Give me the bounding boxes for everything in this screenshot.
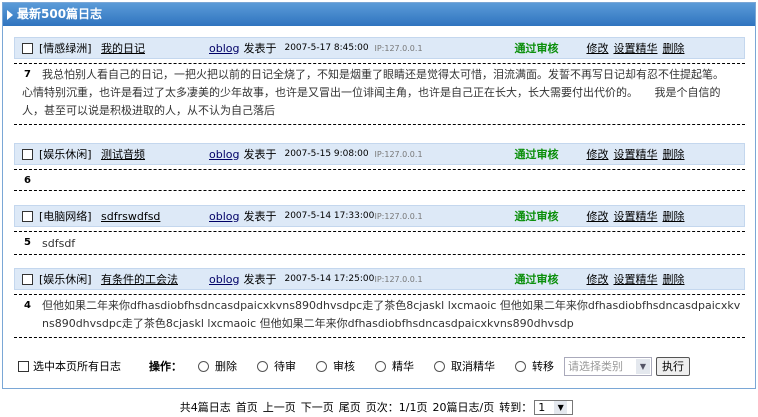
select-all-checkbox[interactable] — [18, 360, 29, 372]
set-digest-link[interactable]: 设置精华 — [613, 40, 657, 56]
entry-status: 通过审核 — [514, 148, 559, 161]
radio-delete-label: 删除 — [215, 360, 237, 373]
delete-link[interactable]: 删除 — [662, 146, 684, 162]
entry-title-link[interactable]: 测试音频 — [101, 146, 203, 162]
total-count: 共4篇日志 — [179, 401, 231, 414]
chevron-down-icon: ▼ — [554, 400, 568, 414]
radio-move-label: 转移 — [532, 360, 554, 373]
entry-status: 通过审核 — [514, 273, 559, 286]
entry-ip: IP:127.0.0.1 — [374, 149, 423, 159]
entry-posted-label: 发表于 — [243, 273, 277, 286]
entry-date: 2007-5-14 17:33:00 — [284, 211, 375, 221]
entry-title-link[interactable]: 有条件的工会法 — [101, 271, 203, 287]
entry-title-link[interactable]: sdfrswdfsd — [101, 210, 203, 223]
entry-author-link[interactable]: oblog — [209, 210, 239, 223]
entry-date: 2007-5-14 17:25:00 — [284, 274, 375, 284]
set-digest-link[interactable]: 设置精华 — [613, 271, 657, 287]
entry-category: [娱乐休闲] — [39, 273, 92, 286]
select-all-label: 选中本页所有日志 — [33, 360, 121, 373]
radio-delete[interactable] — [198, 360, 209, 372]
entry-ip: IP:127.0.0.1 — [374, 211, 423, 221]
first-page-link[interactable]: 首页 — [236, 399, 258, 415]
edit-link[interactable]: 修改 — [586, 146, 608, 162]
entry-checkbox[interactable] — [22, 148, 33, 160]
log-entry-body: 7 我总怕别人看自己的日记，一把火把以前的日记全烧了，不知是烟重了眼睛还是觉得太… — [14, 63, 745, 125]
entry-number: 6 — [24, 175, 31, 186]
radio-approve-label: 审核 — [333, 360, 355, 373]
entry-posted-label: 发表于 — [243, 210, 277, 223]
goto-page-select[interactable]: 1 ▼ — [534, 399, 574, 415]
entry-number: 5 — [24, 237, 31, 248]
entry-checkbox[interactable] — [22, 273, 33, 285]
entry-checkbox[interactable] — [22, 42, 33, 54]
log-entry-header: [电脑网络] sdfrswdfsd oblog 发表于 2007-5-14 17… — [14, 205, 745, 227]
panel-header: 最新500篇日志 — [3, 3, 755, 26]
delete-link[interactable]: 删除 — [662, 271, 684, 287]
goto-page-value: 1 — [538, 400, 546, 414]
radio-digest[interactable] — [375, 360, 386, 372]
entry-content: sdfsdf — [42, 237, 76, 250]
log-entry-header: [娱乐休闲] 有条件的工会法 oblog 发表于 2007-5-14 17:25… — [14, 268, 745, 290]
entry-status: 通过审核 — [514, 42, 559, 55]
chevron-down-icon: ▼ — [636, 358, 650, 374]
radio-pending[interactable] — [257, 360, 268, 372]
delete-link[interactable]: 删除 — [662, 208, 684, 224]
radio-approve[interactable] — [316, 360, 327, 372]
operation-label: 操作： — [149, 360, 182, 373]
entry-number: 4 — [24, 300, 31, 311]
log-entry-body: 5 sdfsdf — [14, 231, 745, 255]
category-select[interactable]: 请选择类别 ▼ — [564, 356, 652, 376]
radio-cancel-digest-label: 取消精华 — [451, 360, 495, 373]
next-page-link[interactable]: 下一页 — [301, 399, 334, 415]
last-page-link[interactable]: 尾页 — [339, 399, 361, 415]
edit-link[interactable]: 修改 — [586, 208, 608, 224]
radio-digest-label: 精华 — [392, 360, 414, 373]
goto-label: 转到： — [499, 401, 533, 414]
entry-posted-label: 发表于 — [243, 42, 277, 55]
log-entry-header: [娱乐休闲] 测试音频 oblog 发表于 2007-5-15 9:08:00 … — [14, 143, 745, 165]
entry-author-link[interactable]: oblog — [209, 148, 239, 161]
execute-button[interactable]: 执行 — [656, 356, 690, 376]
entry-checkbox[interactable] — [22, 210, 33, 222]
entry-posted-label: 发表于 — [243, 148, 277, 161]
entry-author-link[interactable]: oblog — [209, 42, 239, 55]
delete-link[interactable]: 删除 — [662, 40, 684, 56]
entry-category: [电脑网络] — [39, 210, 92, 223]
radio-pending-label: 待审 — [274, 360, 296, 373]
log-entry-body: 6 — [14, 169, 745, 191]
entry-number: 7 — [24, 69, 31, 80]
entry-category: [娱乐休闲] — [39, 148, 92, 161]
entry-status: 通过审核 — [514, 210, 559, 223]
entry-author-link[interactable]: oblog — [209, 273, 239, 286]
radio-move[interactable] — [515, 360, 526, 372]
entry-title-link[interactable]: 我的日记 — [101, 40, 203, 56]
log-entry-header: [情感绿洲] 我的日记 oblog 发表于 2007-5-17 8:45:00 … — [14, 37, 745, 59]
entry-category: [情感绿洲] — [39, 42, 92, 55]
page-indicator: 页次：1/1页 — [365, 401, 428, 414]
entry-date: 2007-5-17 8:45:00 — [284, 43, 369, 53]
edit-link[interactable]: 修改 — [586, 271, 608, 287]
batch-operations-bar: 选中本页所有日志 操作： 删除 待审 审核 精华 取消精华 转移 请选择类别 ▼… — [16, 356, 746, 376]
entry-date: 2007-5-15 9:08:00 — [284, 149, 369, 159]
entry-ip: IP:127.0.0.1 — [374, 43, 423, 53]
prev-page-link[interactable]: 上一页 — [263, 399, 296, 415]
category-select-value: 请选择类别 — [568, 359, 623, 373]
triangle-right-icon — [7, 9, 13, 20]
entry-content: 我总怕别人看自己的日记，一把火把以前的日记全烧了，不知是烟重了眼睛还是觉得太可惜… — [22, 68, 741, 117]
panel-title: 最新500篇日志 — [17, 7, 103, 21]
entry-ip: IP:127.0.0.1 — [374, 274, 423, 284]
set-digest-link[interactable]: 设置精华 — [613, 208, 657, 224]
per-page: 20篇日志/页 — [432, 401, 495, 414]
set-digest-link[interactable]: 设置精华 — [613, 146, 657, 162]
radio-cancel-digest[interactable] — [434, 360, 445, 372]
pagination: 共4篇日志 首页 上一页 下一页 尾页 页次：1/1页 20篇日志/页 转到： … — [0, 399, 758, 415]
edit-link[interactable]: 修改 — [586, 40, 608, 56]
log-entry-body: 4 但他如果二年来你dfhasdiobfhsdncasdpaicxkvns890… — [14, 294, 745, 338]
entry-content: 但他如果二年来你dfhasdiobfhsdncasdpaicxkvns890dh… — [42, 299, 741, 330]
